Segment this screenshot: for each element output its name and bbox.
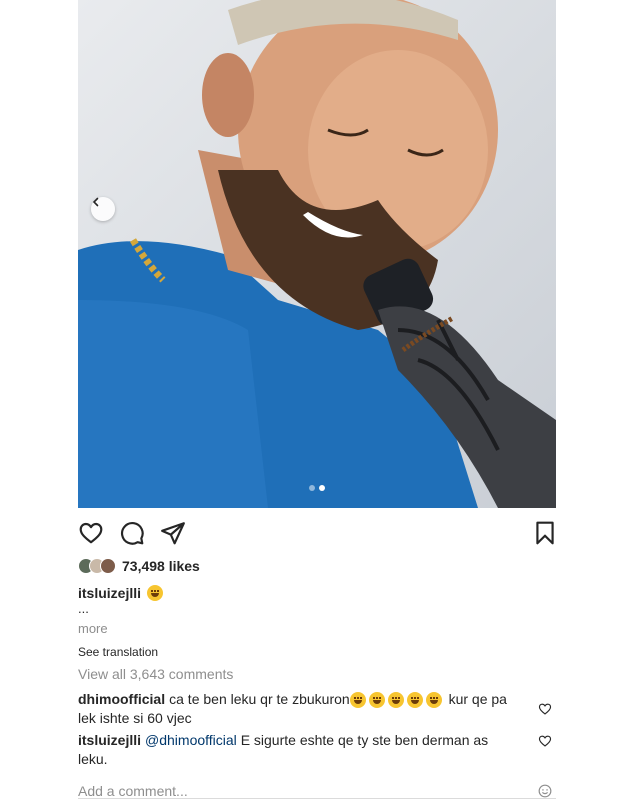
post-caption: itsluizejlli	[78, 583, 556, 603]
comment-item: dhimoofficial ca te ben leku qr te zbukur…	[78, 690, 556, 728]
comment-emojis	[349, 691, 445, 709]
comment-like-heart-icon[interactable]	[538, 734, 552, 748]
comment-username[interactable]: itsluizejlli	[78, 732, 141, 748]
comment-text: ca te ben leku qr te zbukuron	[169, 691, 350, 707]
post-photo-illustration	[78, 0, 556, 508]
comment-item: itsluizejlli @dhimoofficial E sigurte esh…	[78, 731, 556, 769]
post-image[interactable]	[78, 0, 556, 508]
carousel-dot	[309, 485, 315, 491]
caption-ellipsis: ...	[78, 601, 89, 616]
comment-icon[interactable]	[119, 520, 145, 546]
likes-count[interactable]: 73,498 likes	[122, 558, 200, 574]
laughing-emoji-icon	[406, 692, 423, 709]
see-translation-link[interactable]: See translation	[78, 645, 556, 659]
view-all-comments-link[interactable]: View all 3,643 comments	[78, 666, 556, 682]
laughing-emoji-icon	[368, 692, 385, 709]
grinning-emoji-icon	[147, 585, 164, 601]
laughing-emoji-icon	[387, 692, 404, 709]
avatar	[100, 558, 116, 574]
chevron-left-icon	[92, 197, 99, 207]
comment-username[interactable]: dhimoofficial	[78, 691, 165, 707]
caption-more-link[interactable]: more	[78, 621, 556, 636]
likes-row: 73,498 likes	[78, 556, 556, 576]
carousel-indicator	[78, 485, 556, 491]
comment-mention[interactable]: @dhimoofficial	[145, 732, 237, 748]
heart-icon[interactable]	[78, 520, 104, 546]
add-comment-row	[78, 779, 556, 803]
carousel-prev-button[interactable]	[91, 197, 115, 221]
laughing-emoji-icon	[425, 692, 442, 709]
carousel-dot-active	[319, 485, 325, 491]
bookmark-icon[interactable]	[532, 520, 558, 546]
caption-username[interactable]: itsluizejlli	[78, 585, 141, 601]
post-actions-bar	[78, 508, 556, 554]
add-comment-input[interactable]	[78, 783, 498, 799]
post-bottom-divider	[78, 798, 556, 799]
share-icon[interactable]	[160, 520, 186, 546]
laughing-emoji-icon	[349, 692, 366, 709]
liker-avatars	[78, 558, 116, 574]
instagram-post: 73,498 likes itsluizejlli ... more See t…	[78, 0, 556, 803]
comment-like-heart-icon[interactable]	[538, 702, 552, 716]
emoji-icon[interactable]	[538, 784, 552, 798]
